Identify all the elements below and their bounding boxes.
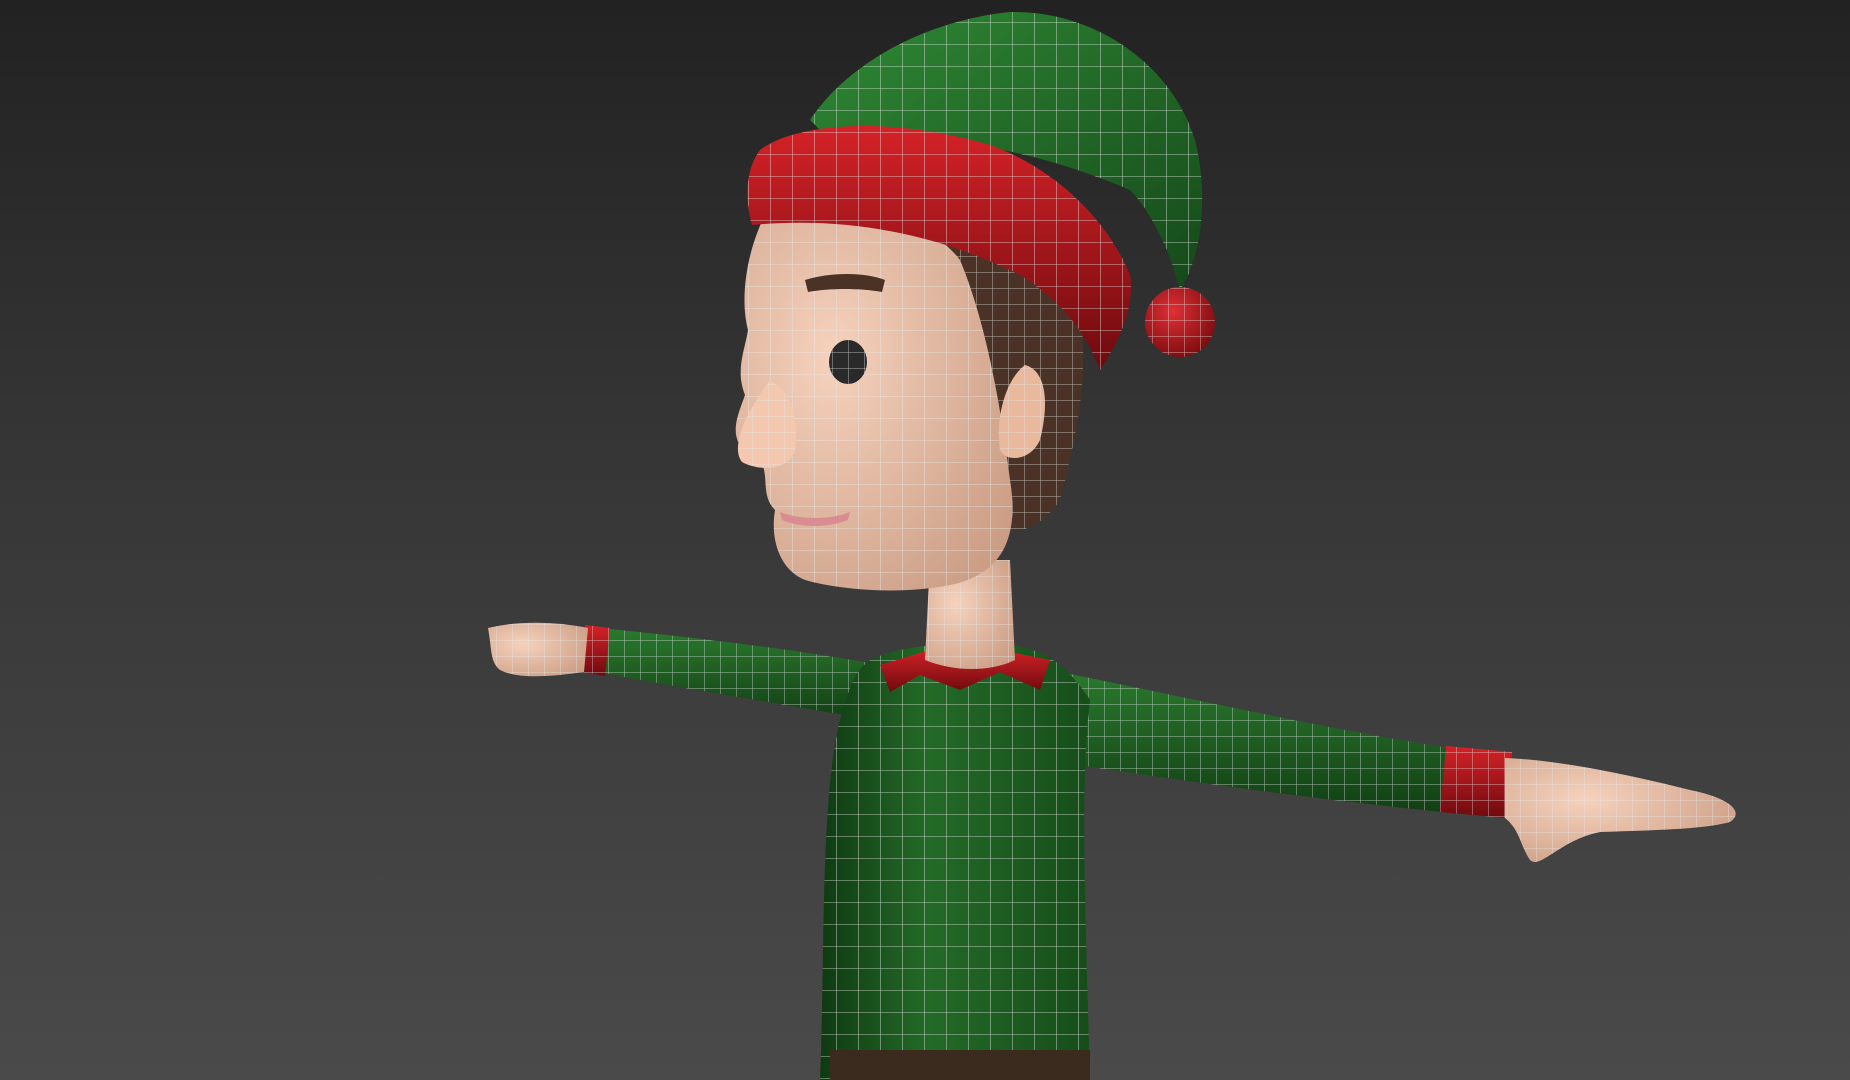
torso-sweater [820,643,1090,1080]
belt [830,1050,1090,1080]
right-arm [1045,670,1736,863]
left-arm [488,622,880,720]
elf-model-render[interactable] [0,0,1850,1080]
3d-viewport[interactable] [0,0,1850,1080]
